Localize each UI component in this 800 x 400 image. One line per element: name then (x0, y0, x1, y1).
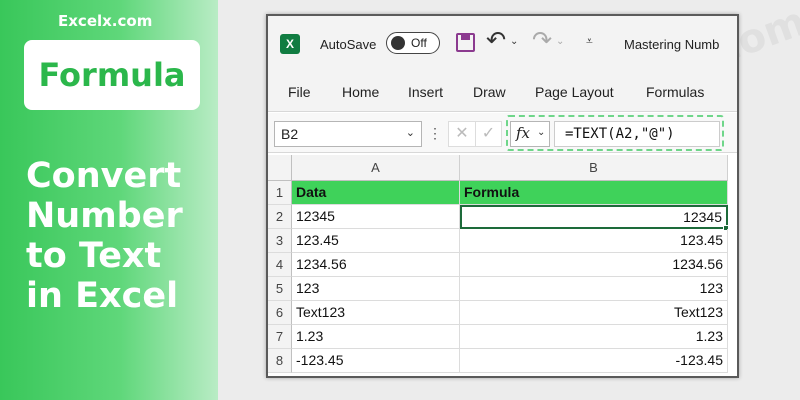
chevron-down-icon[interactable]: ⌄ (406, 126, 415, 139)
redo-icon[interactable]: ↷ (532, 26, 552, 55)
redo-dropdown-chevron-down-icon[interactable]: ⌄ (556, 36, 564, 47)
cell-b2[interactable]: 12345 (460, 205, 728, 229)
cell-b5[interactable]: 123 (460, 277, 728, 301)
banner: Excelx.com Formula Convert Number to Tex… (0, 0, 218, 400)
toggle-knob-icon (391, 36, 405, 50)
formula-input[interactable]: =TEXT(A2,"@") (554, 121, 720, 147)
save-icon[interactable] (456, 33, 475, 52)
row-number[interactable]: 5 (268, 277, 292, 301)
cell-a4[interactable]: 1234.56 (292, 253, 460, 277)
name-box-value: B2 (281, 126, 299, 142)
tab-file[interactable]: File (288, 84, 311, 100)
cell-b1[interactable]: Formula (460, 181, 728, 205)
title-bar: X AutoSave Off ↶ ⌄ ↷ ⌄ ⩡ Mastering Numb (268, 16, 737, 74)
cell-a2[interactable]: 12345 (292, 205, 460, 229)
banner-title: Convert Number to Text in Excel (26, 156, 216, 316)
row-number[interactable]: 6 (268, 301, 292, 325)
cell-b7[interactable]: 1.23 (460, 325, 728, 349)
row-number[interactable]: 4 (268, 253, 292, 277)
document-title: Mastering Numb (624, 37, 720, 52)
cell-a5[interactable]: 123 (292, 277, 460, 301)
column-header-a[interactable]: A (292, 155, 460, 181)
cell-b6[interactable]: Text123 (460, 301, 728, 325)
tab-page-layout[interactable]: Page Layout (535, 84, 614, 100)
banner-title-line: Convert (26, 156, 182, 196)
cell-b8[interactable]: -123.45 (460, 349, 728, 373)
undo-icon[interactable]: ↶ (486, 26, 506, 55)
chevron-down-icon: ⌄ (537, 127, 546, 138)
ribbon-tabs: File Home Insert Draw Page Layout Formul… (268, 74, 737, 112)
autosave-label: AutoSave (320, 37, 377, 52)
cell-a7[interactable]: 1.23 (292, 325, 460, 349)
autosave-state: Off (411, 36, 427, 50)
select-all-corner[interactable] (268, 155, 292, 181)
banner-title-line: Number (26, 196, 183, 236)
row-number[interactable]: 2 (268, 205, 292, 229)
row-number[interactable]: 7 (268, 325, 292, 349)
cell-b4[interactable]: 1234.56 (460, 253, 728, 277)
banner-title-line: in Excel (26, 276, 179, 316)
cell-a6[interactable]: Text123 (292, 301, 460, 325)
brand-logo-text: Excelx.com (58, 12, 153, 30)
excel-logo-icon[interactable]: X (280, 34, 300, 54)
undo-dropdown-chevron-down-icon[interactable]: ⌄ (510, 36, 518, 47)
cell-a8[interactable]: -123.45 (292, 349, 460, 373)
tab-formulas[interactable]: Formulas (646, 84, 704, 100)
tab-draw[interactable]: Draw (473, 84, 506, 100)
name-box[interactable]: B2 ⌄ (274, 121, 422, 147)
cell-a3[interactable]: 123.45 (292, 229, 460, 253)
cell-a1[interactable]: Data (292, 181, 460, 205)
tab-home[interactable]: Home (342, 84, 379, 100)
cell-b3[interactable]: 123.45 (460, 229, 728, 253)
tab-insert[interactable]: Insert (408, 84, 443, 100)
column-header-b[interactable]: B (460, 155, 728, 181)
insert-function-button[interactable]: fx ⌄ (510, 121, 550, 147)
row-number[interactable]: 3 (268, 229, 292, 253)
row-number[interactable]: 8 (268, 349, 292, 373)
enter-check-icon[interactable]: ✓ (476, 121, 502, 147)
autosave-toggle[interactable]: Off (386, 32, 440, 54)
formula-bar: B2 ⌄ ⋮ ✕ ✓ fx ⌄ =TEXT(A2,"@") (268, 113, 737, 153)
excel-window: X AutoSave Off ↶ ⌄ ↷ ⌄ ⩡ Mastering Numb … (266, 14, 739, 378)
row-number[interactable]: 1 (268, 181, 292, 205)
customize-toolbar-icon[interactable]: ⩡ (586, 34, 593, 49)
cancel-icon[interactable]: ✕ (448, 121, 476, 147)
formula-bar-options-icon[interactable]: ⋮ (428, 125, 442, 142)
banner-title-line: to Text (26, 236, 162, 276)
formula-tag: Formula (24, 40, 200, 110)
fx-icon: fx (516, 124, 531, 142)
